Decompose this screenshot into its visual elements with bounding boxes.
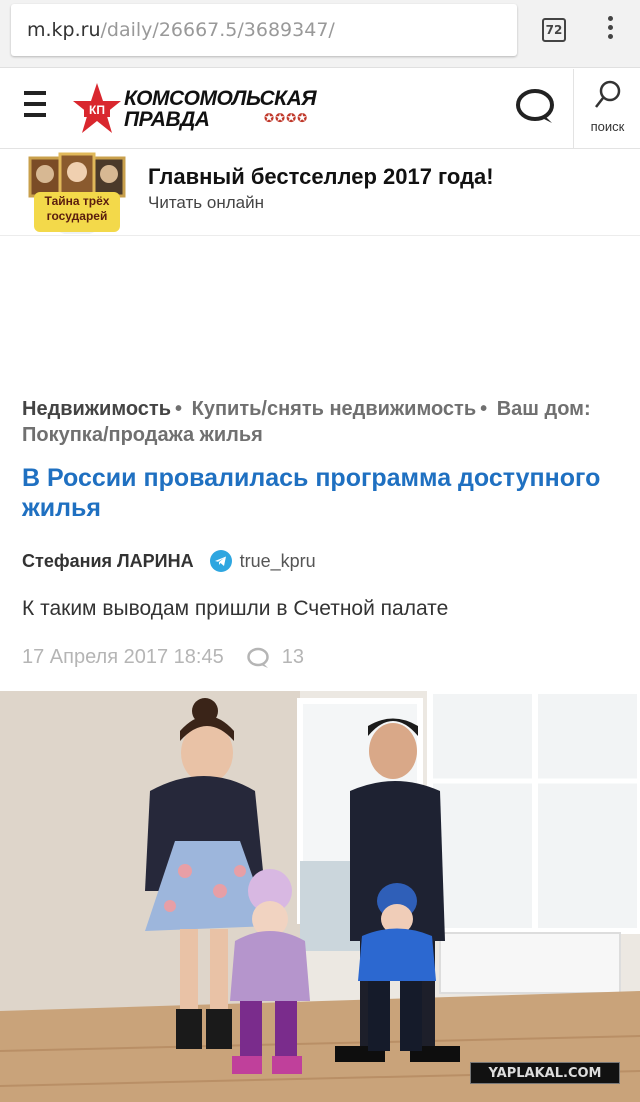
search-icon: [595, 80, 621, 108]
orders-medals-icon: ✪✪✪✪: [264, 111, 309, 125]
publish-date: 17 Апреля 2017 18:45: [22, 646, 224, 668]
tab-switcher-button[interactable]: 72: [542, 18, 566, 42]
hamburger-menu-icon[interactable]: [24, 91, 46, 121]
comments-icon[interactable]: [514, 87, 556, 125]
address-bar[interactable]: m.kp.ru/daily/26667.5/3689347/: [11, 4, 517, 56]
article-photo: [0, 691, 640, 1102]
overflow-menu-icon[interactable]: [603, 16, 617, 44]
comment-count-icon[interactable]: [246, 647, 270, 669]
watermark-label: YAPLAKAL.COM: [470, 1062, 620, 1084]
site-logo[interactable]: КП КОМСОМОЛЬСКАЯ ПРАВДА ✪✪✪✪: [72, 81, 342, 137]
browser-toolbar: m.kp.ru/daily/26667.5/3689347/ 72: [0, 0, 640, 68]
comment-count[interactable]: 13: [282, 646, 304, 669]
breadcrumb-item-realty[interactable]: Недвижимость: [22, 398, 171, 420]
svg-text:КП: КП: [89, 103, 105, 117]
telegram-handle[interactable]: true_kpru: [240, 551, 316, 572]
site-header: КП КОМСОМОЛЬСКАЯ ПРАВДА ✪✪✪✪ поиск: [0, 69, 640, 149]
promo-subtitle: Читать онлайн: [148, 193, 264, 212]
url-host: m.kp.ru: [27, 19, 101, 41]
kp-star-logo-icon: КП: [73, 83, 121, 133]
author-row: Стефания ЛАРИНА true_kpru: [22, 547, 316, 575]
author-name[interactable]: Стефания ЛАРИНА: [22, 551, 194, 572]
article-meta: 17 Апреля 2017 18:45 13: [22, 646, 304, 669]
breadcrumb-item-buy-rent[interactable]: Купить/снять недвижимость: [192, 398, 477, 420]
book-promo-image: Тайна трёх государей: [28, 152, 126, 234]
logo-title-line2: ПРАВДА: [124, 108, 210, 131]
article-headline: В России провалилась программа доступног…: [22, 464, 601, 522]
breadcrumb: Недвижимость • Купить/снять недвижимость •…: [22, 398, 591, 446]
telegram-icon[interactable]: [209, 550, 232, 572]
search-label: поиск: [590, 119, 625, 134]
url-path: /daily/26667.5/3689347/: [100, 19, 335, 41]
promo-banner[interactable]: Тайна трёх государей Главный бестселлер …: [0, 150, 640, 236]
promo-title: Главный бестселлер 2017 года!: [148, 164, 494, 189]
article-lead: К таким выводам пришли в Счетной палате: [22, 597, 449, 620]
search-button[interactable]: поиск: [573, 69, 640, 149]
family-photo-image: [0, 691, 640, 1102]
